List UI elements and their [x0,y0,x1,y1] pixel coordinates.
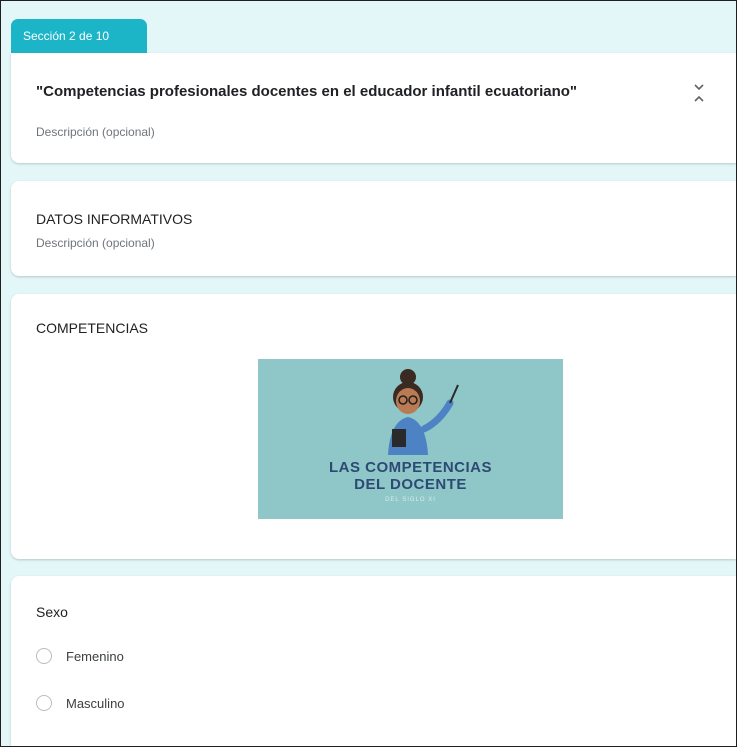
section-title[interactable]: DATOS INFORMATIVOS [36,211,192,227]
radio-option-label: Femenino [66,648,124,664]
form-editor: Sección 2 de 10 "Competencias profesiona… [0,0,737,747]
radio-option-masculino[interactable]: Masculino [36,693,125,713]
form-title[interactable]: "Competencias profesionales docentes en … [36,83,577,100]
section-card-datos[interactable]: DATOS INFORMATIVOS Descripción (opcional… [11,181,736,276]
collapse-section-icon[interactable] [692,81,706,105]
image-text-line3: DEL SIGLO XI [385,497,436,503]
radio-option-femenino[interactable]: Femenino [36,646,124,666]
section-card-competencias[interactable]: COMPETENCIAS LAS COMPETENCIAS DEL DOCENT… [11,294,736,559]
radio-button-icon[interactable] [36,648,52,664]
radio-button-icon[interactable] [36,695,52,711]
section-title[interactable]: COMPETENCIAS [36,320,148,336]
section-description[interactable]: Descripción (opcional) [36,236,155,250]
question-card-sexo[interactable]: Sexo Femenino Masculino [11,576,736,746]
section-tab-label: Sección 2 de 10 [23,29,110,43]
image-text-line1: LAS COMPETENCIAS [328,459,492,476]
image-text-line2: DEL DOCENTE [354,476,467,493]
section-header-card[interactable]: "Competencias profesionales docentes en … [11,53,736,163]
teacher-icon [388,369,459,455]
radio-option-label: Masculino [66,695,125,711]
teacher-illustration-image[interactable]: LAS COMPETENCIAS DEL DOCENTE DEL SIGLO X… [258,359,563,519]
section-description[interactable]: Descripción (opcional) [36,125,155,139]
question-title[interactable]: Sexo [36,604,68,620]
section-tab[interactable]: Sección 2 de 10 [11,19,147,53]
